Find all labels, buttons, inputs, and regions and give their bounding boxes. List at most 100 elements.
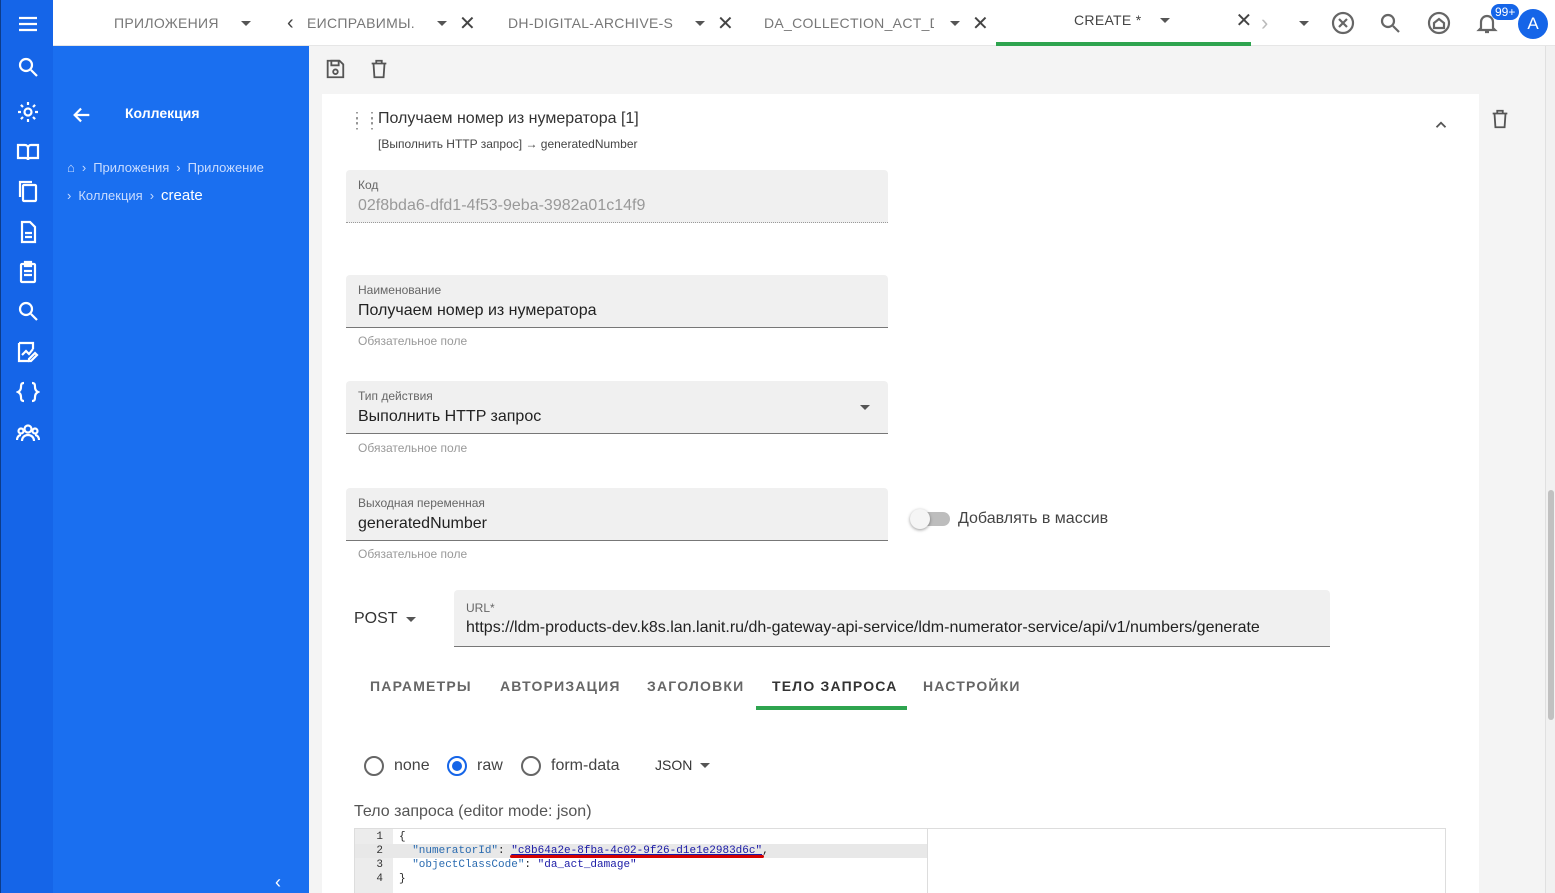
chevron-up-icon[interactable]	[1432, 116, 1450, 139]
line-code: }	[399, 873, 406, 885]
tab-headers[interactable]: ЗАГОЛОВКИ	[647, 678, 744, 694]
close-icon[interactable]: ✕	[972, 11, 989, 36]
arrow-left-icon[interactable]	[71, 104, 93, 126]
search-icon[interactable]	[1, 52, 54, 82]
chevron-down-icon[interactable]	[405, 616, 416, 622]
radio-none[interactable]: none	[364, 756, 430, 776]
home-icon[interactable]	[1425, 9, 1453, 37]
chevron-right-icon: ›	[149, 188, 155, 203]
line-number: 3	[376, 859, 383, 871]
field-value[interactable]: https://ldm-products-dev.k8s.lan.lanit.r…	[466, 619, 1260, 637]
red-underline-annotation	[510, 855, 764, 858]
close-icon[interactable]: ✕	[459, 11, 476, 36]
sidebar-panel: Коллекция ⌂ › Приложения › Приложение › Колле…	[53, 46, 309, 893]
body-format-select[interactable]: JSON	[655, 757, 711, 773]
main-content: ⋮⋮ ⋮⋮ Получаем номер из нумератора [1] [В…	[309, 94, 1555, 893]
radio-circle[interactable]	[521, 756, 541, 776]
home-icon[interactable]: ⌂	[67, 160, 75, 175]
toggle-knob[interactable]	[910, 509, 930, 529]
close-icon[interactable]: ✕	[717, 11, 734, 36]
line-number: 4	[376, 873, 383, 885]
tab-label: DH-DIGITAL-ARCHIVE-S...	[508, 15, 673, 31]
document-icon[interactable]	[1, 217, 54, 247]
menu-icon[interactable]	[1, 9, 54, 39]
chevron-down-icon[interactable]	[437, 20, 447, 26]
method-value[interactable]: POST	[354, 610, 398, 628]
field-value[interactable]: Получаем номер из нумератора	[358, 302, 597, 320]
tab-applications[interactable]: ПРИЛОЖЕНИЯ	[114, 0, 251, 46]
chevron-left-icon[interactable]: ‹	[275, 872, 281, 893]
url-field[interactable]: URL* https://ldm-products-dev.k8s.lan.la…	[454, 590, 1330, 647]
field-value[interactable]: generatedNumber	[358, 515, 487, 533]
avatar[interactable]: A	[1518, 9, 1548, 39]
clipboard-icon[interactable]	[1, 257, 54, 287]
code-editor[interactable]: 1 { 2 "numeratorId": "c8b64a2e-8fba-4c02…	[354, 828, 1446, 893]
tabs-menu[interactable]	[1299, 0, 1309, 46]
chevron-down-icon[interactable]	[695, 20, 705, 26]
chevron-down-icon[interactable]	[700, 762, 711, 768]
close-all-icon[interactable]	[1329, 9, 1357, 37]
chevron-right-icon[interactable]: ›	[1261, 10, 1269, 36]
output-variable-field[interactable]: Выходная переменная generatedNumber	[346, 488, 888, 541]
save-icon[interactable]	[324, 58, 348, 82]
icon-rail	[0, 0, 53, 893]
panel-title: Коллекция	[125, 105, 200, 121]
required-hint: Обязательное поле	[358, 441, 468, 455]
step-card: ⋮⋮ ⋮⋮ Получаем номер из нумератора [1] [В…	[322, 94, 1479, 893]
tab-label: DA_COLLECTION_ACT_D...	[764, 15, 934, 31]
action-type-select[interactable]: Тип действия Выполнить HTTP запрос	[346, 381, 888, 434]
code-field: Код 02f8bda6-dfd1-4f53-9eba-3982a01c14f9	[346, 170, 888, 223]
tab-settings[interactable]: НАСТРОЙКИ	[923, 678, 1021, 694]
chevron-down-icon[interactable]	[1159, 17, 1170, 23]
format-value[interactable]: JSON	[655, 757, 692, 773]
scrollbar[interactable]	[1545, 46, 1555, 893]
documents-icon[interactable]	[1, 176, 54, 206]
json-key: "numeratorId"	[412, 845, 499, 857]
search-icon[interactable]	[1, 296, 54, 326]
radio-circle[interactable]	[364, 756, 384, 776]
step-subtitle: [Выполнить HTTP запрос] → generatedNumbe…	[378, 137, 638, 151]
drag-handle-icon[interactable]: ⋮⋮ ⋮⋮	[350, 110, 380, 130]
radio-raw[interactable]: raw	[447, 756, 503, 776]
add-to-array-toggle[interactable]	[910, 509, 950, 529]
gear-icon[interactable]	[1, 97, 54, 127]
tab-scroll-right[interactable]: ›	[1261, 0, 1269, 46]
editor-line: 1 {	[355, 830, 927, 844]
tab-item[interactable]: DH-DIGITAL-ARCHIVE-S... ✕	[508, 0, 734, 46]
name-field[interactable]: Наименование Получаем номер из нумератор…	[346, 275, 888, 328]
breadcrumb-item[interactable]: Приложения	[93, 160, 169, 175]
users-icon[interactable]	[1, 418, 54, 448]
field-label: Наименование	[358, 283, 442, 297]
required-hint: Обязательное поле	[358, 547, 468, 561]
scrollbar-thumb[interactable]	[1548, 490, 1554, 720]
tab-parameters[interactable]: ПАРАМЕТРЫ	[370, 678, 472, 694]
chevron-down-icon[interactable]	[860, 405, 870, 410]
tab-create[interactable]: CREATE * ✕	[1074, 0, 1253, 43]
book-icon[interactable]	[1, 137, 54, 167]
tab-request-body[interactable]: ТЕЛО ЗАПРОСА	[772, 678, 898, 694]
tab-item[interactable]: ЕИСПРАВИМЫ... ✕	[307, 0, 476, 46]
radio-circle[interactable]	[447, 756, 467, 776]
arrow-right-icon: →	[525, 137, 538, 151]
braces-icon[interactable]	[1, 377, 54, 407]
trash-icon[interactable]	[368, 58, 392, 82]
search-icon[interactable]	[1376, 9, 1404, 37]
chevron-left-icon[interactable]: ‹	[287, 12, 294, 35]
field-value[interactable]: Выполнить HTTP запрос	[358, 408, 541, 426]
tab-item[interactable]: DA_COLLECTION_ACT_D... ✕	[764, 0, 989, 46]
print-margin	[927, 829, 928, 893]
radio-form-data[interactable]: form-data	[521, 756, 619, 776]
close-icon[interactable]: ✕	[1236, 8, 1253, 33]
tab-scroll-left[interactable]: ‹	[287, 0, 294, 46]
http-method-select[interactable]: POST	[354, 610, 416, 628]
chevron-down-icon[interactable]	[1299, 20, 1309, 26]
breadcrumb-item[interactable]: Коллекция	[78, 188, 142, 203]
chart-edit-icon[interactable]	[1, 337, 54, 367]
trash-icon[interactable]	[1489, 108, 1511, 135]
chevron-down-icon[interactable]	[950, 20, 960, 26]
field-value: 02f8bda6-dfd1-4f53-9eba-3982a01c14f9	[358, 197, 646, 214]
chevron-down-icon[interactable]	[240, 20, 251, 26]
breadcrumb-item[interactable]: Приложение	[188, 160, 264, 175]
chevron-right-icon: ›	[81, 160, 87, 175]
tab-authorization[interactable]: АВТОРИЗАЦИЯ	[500, 678, 621, 694]
